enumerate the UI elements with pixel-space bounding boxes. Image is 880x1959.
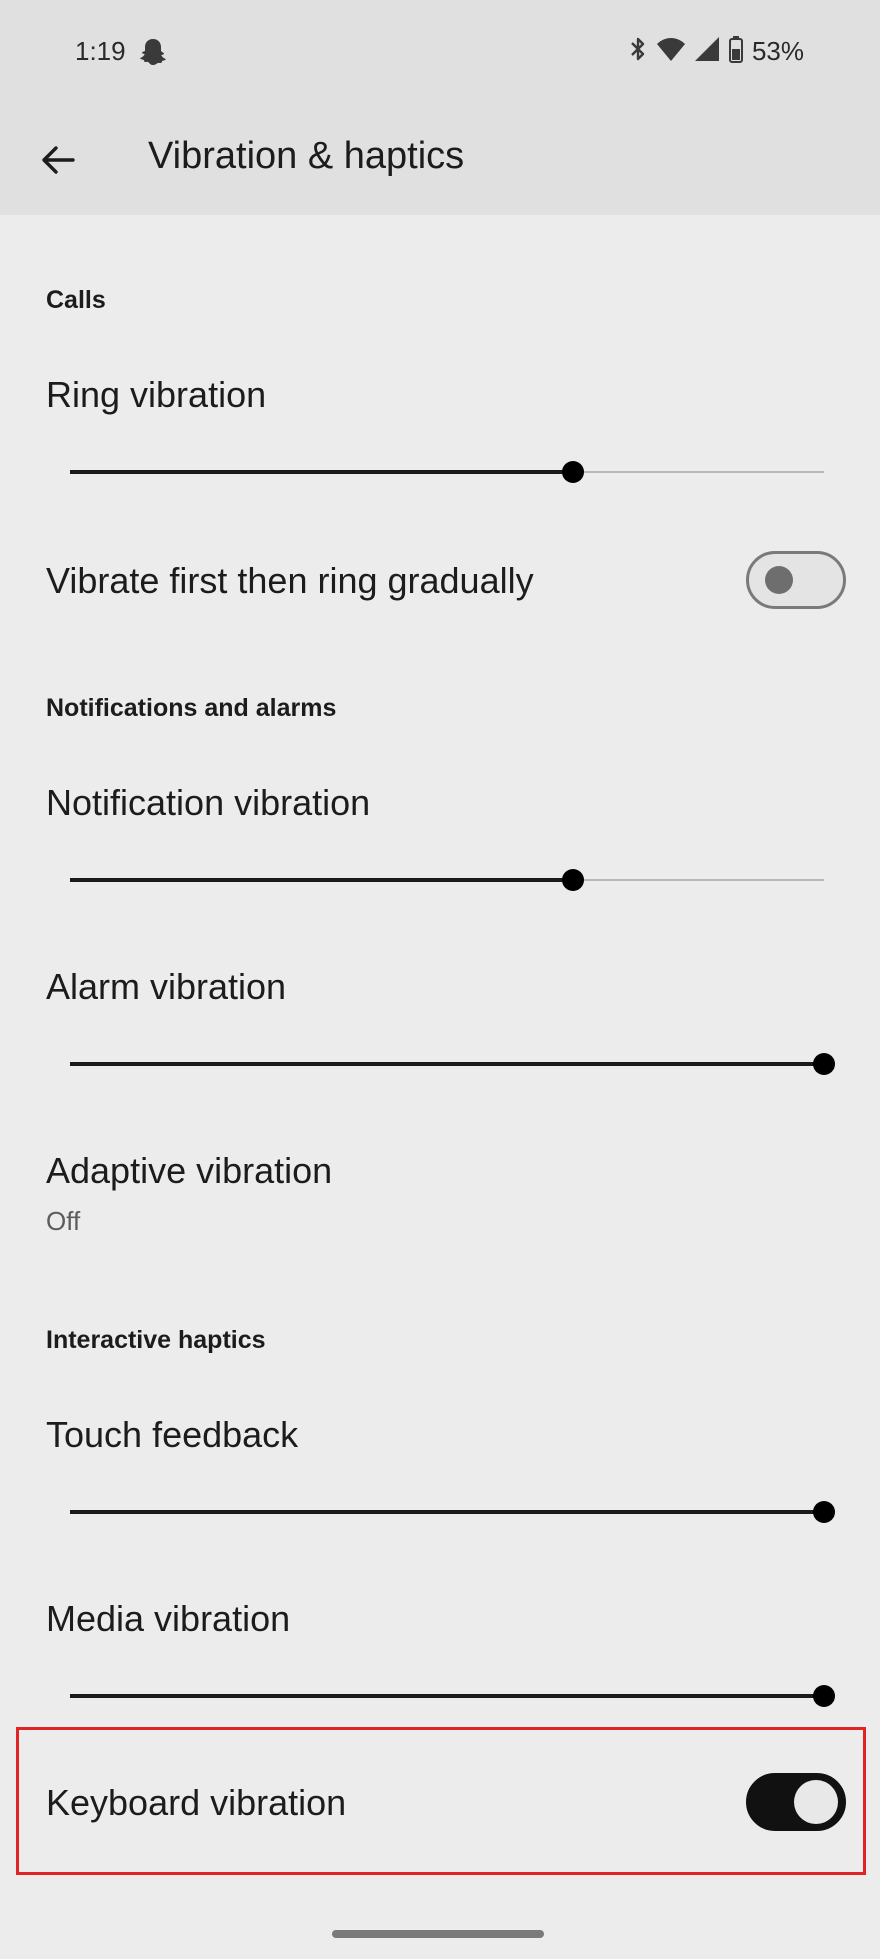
slider-track-active bbox=[70, 1694, 824, 1698]
slider-thumb[interactable] bbox=[561, 461, 584, 483]
status-time: 1:19 bbox=[75, 36, 126, 66]
slider-thumb[interactable] bbox=[813, 1685, 835, 1707]
status-icons: 53% bbox=[628, 34, 804, 68]
section-header-interactive-haptics: Interactive haptics bbox=[46, 1326, 266, 1354]
battery-icon bbox=[728, 35, 744, 68]
keyboard-vibration-label: Keyboard vibration bbox=[46, 1782, 347, 1823]
media-vibration-label: Media vibration bbox=[46, 1598, 291, 1639]
slider-thumb[interactable] bbox=[561, 869, 584, 891]
slider-track-active bbox=[70, 470, 573, 474]
alarm-vibration-label: Alarm vibration bbox=[46, 966, 287, 1007]
slider-track-active bbox=[70, 1062, 824, 1066]
snapchat-ghost-icon bbox=[138, 36, 168, 68]
bluetooth-icon bbox=[628, 35, 648, 68]
touch-feedback-slider[interactable] bbox=[60, 1492, 835, 1532]
cell-signal-icon bbox=[694, 36, 720, 67]
ring-vibration-label: Ring vibration bbox=[46, 374, 267, 415]
notification-vibration-slider[interactable] bbox=[60, 860, 830, 900]
vibrate-first-switch[interactable] bbox=[746, 551, 846, 609]
alarm-vibration-slider[interactable] bbox=[60, 1044, 835, 1084]
gesture-nav-handle[interactable] bbox=[332, 1930, 544, 1938]
back-button[interactable] bbox=[28, 130, 88, 190]
screen: 1:19 53% Vibration & haptics Calls Ring … bbox=[0, 0, 880, 1959]
arrow-left-icon bbox=[42, 146, 75, 174]
adaptive-vibration-label: Adaptive vibration bbox=[46, 1150, 333, 1191]
adaptive-vibration-summary: Off bbox=[46, 1206, 81, 1236]
status-bar: 1:19 53% bbox=[0, 0, 880, 105]
media-vibration-slider[interactable] bbox=[60, 1676, 835, 1716]
section-header-calls: Calls bbox=[46, 286, 106, 314]
slider-thumb[interactable] bbox=[813, 1501, 835, 1523]
ring-vibration-slider[interactable] bbox=[60, 452, 830, 492]
wifi-icon bbox=[656, 36, 686, 67]
page-title: Vibration & haptics bbox=[148, 135, 465, 177]
keyboard-vibration-switch[interactable] bbox=[746, 1773, 846, 1831]
vibrate-first-label: Vibrate first then ring gradually bbox=[46, 560, 534, 601]
touch-feedback-label: Touch feedback bbox=[46, 1414, 299, 1455]
slider-track-active bbox=[70, 1510, 824, 1514]
section-header-notifications-alarms: Notifications and alarms bbox=[46, 694, 337, 722]
switch-knob bbox=[765, 566, 793, 594]
app-bar: Vibration & haptics bbox=[0, 105, 880, 215]
slider-thumb[interactable] bbox=[813, 1053, 835, 1075]
slider-track-active bbox=[70, 878, 573, 882]
notification-vibration-label: Notification vibration bbox=[46, 782, 371, 823]
battery-percentage: 53% bbox=[751, 35, 804, 66]
switch-knob bbox=[794, 1780, 838, 1824]
